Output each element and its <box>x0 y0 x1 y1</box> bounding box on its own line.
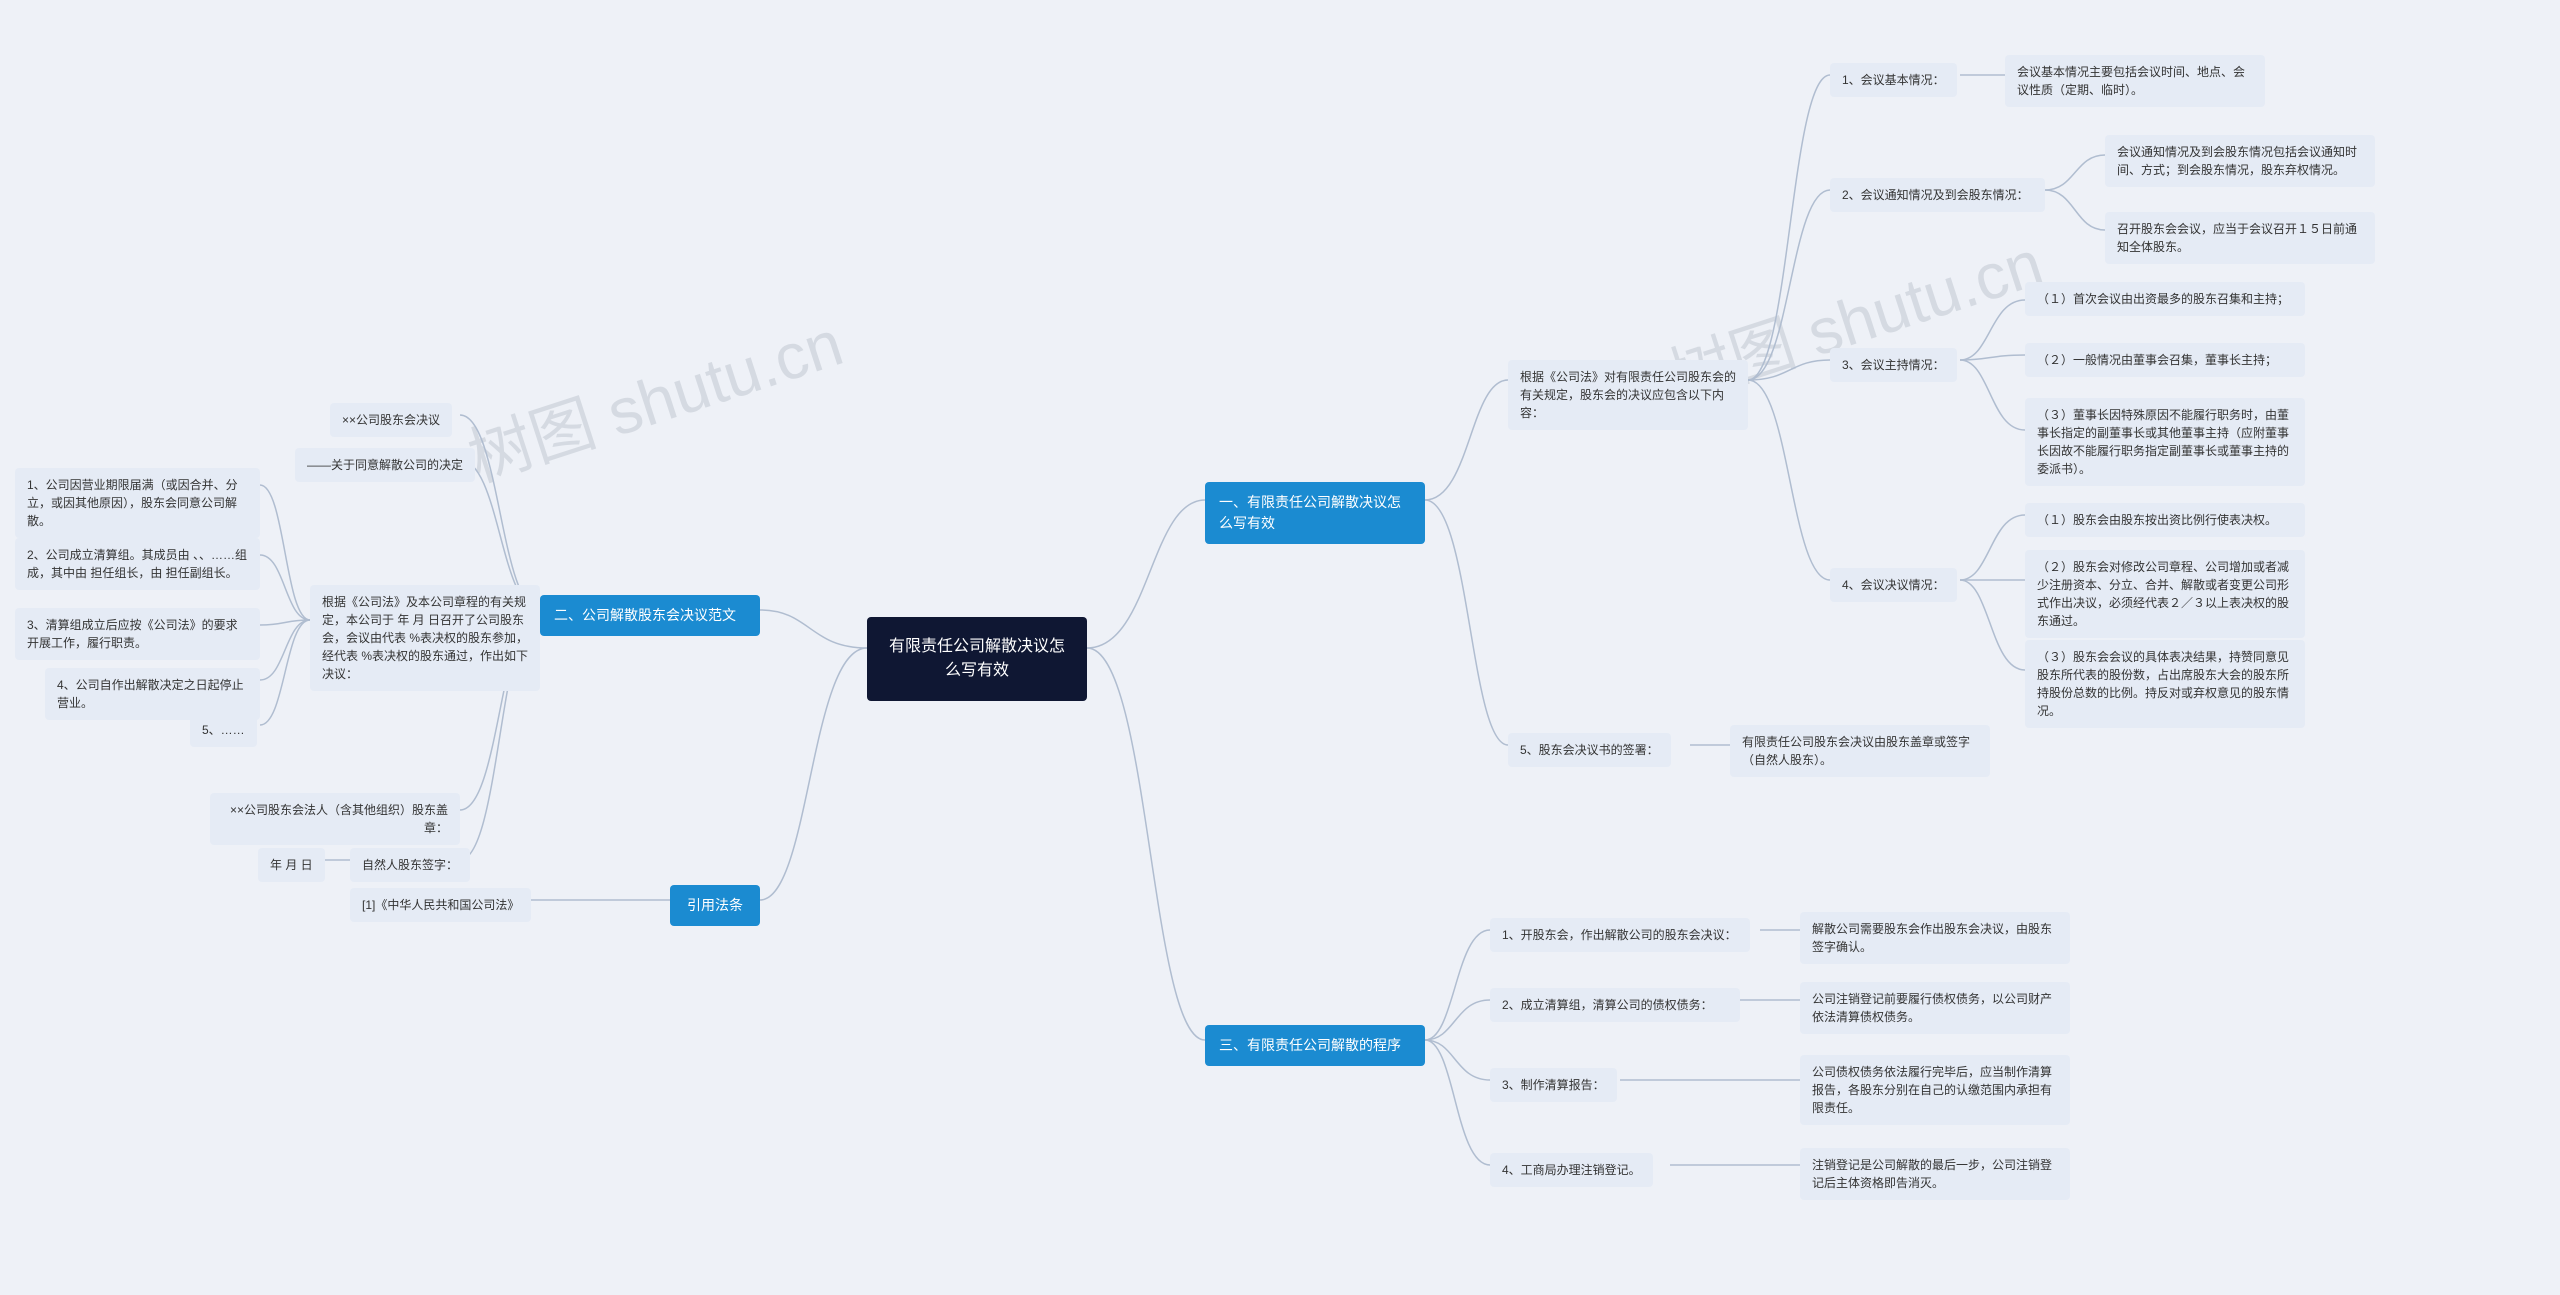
b1-item4-desc3: （３）股东会会议的具体表决结果，持赞同意见股东所代表的股份数，占出席股东大会的股… <box>2025 640 2305 728</box>
b1-item5-label: 5、股东会决议书的签署： <box>1508 733 1671 767</box>
b1-item4-desc2: （２）股东会对修改公司章程、公司增加或者减少注册资本、分立、合并、解散或者变更公… <box>2025 550 2305 638</box>
branch-4[interactable]: 引用法条 <box>670 885 760 926</box>
b1-item3-desc3: （３）董事长因特殊原因不能履行职务时，由董事长指定的副董事长或其他董事主持（应附… <box>2025 398 2305 486</box>
b1-item3-desc1: （１）首次会议由出资最多的股东召集和主持； <box>2025 282 2305 316</box>
b1-item2-desc2: 召开股东会会议，应当于会议召开１５日前通知全体股东。 <box>2105 212 2375 264</box>
b2-d5: 5、…… <box>190 713 257 747</box>
b2-line2: ——关于同意解散公司的决定 <box>295 448 475 482</box>
b2-sign2-label: 自然人股东签字： <box>350 848 470 882</box>
b3-s1-label: 1、开股东会，作出解散公司的股东会决议： <box>1490 918 1750 952</box>
root-node[interactable]: 有限责任公司解散决议怎么写有效 <box>867 617 1087 701</box>
mindmap-canvas: 树图 shutu.cn 树图 shutu.cn <box>0 0 2560 1295</box>
branch-1[interactable]: 一、有限责任公司解散决议怎么写有效 <box>1205 482 1425 544</box>
b2-d2: 2、公司成立清算组。其成员由 、、……组成，其中由 担任组长，由 担任副组长。 <box>15 538 260 590</box>
b4-ref: [1]《中华人民共和国公司法》 <box>350 888 531 922</box>
branch-3[interactable]: 三、有限责任公司解散的程序 <box>1205 1025 1425 1066</box>
b2-d3: 3、清算组成立后应按《公司法》的要求开展工作，履行职责。 <box>15 608 260 660</box>
b1-basis: 根据《公司法》对有限责任公司股东会的有关规定，股东会的决议应包含以下内容： <box>1508 360 1748 430</box>
b3-s4-desc: 注销登记是公司解散的最后一步，公司注销登记后主体资格即告消灭。 <box>1800 1148 2070 1200</box>
b2-sign2-date: 年 月 日 <box>258 848 325 882</box>
b3-s2-label: 2、成立清算组，清算公司的债权债务： <box>1490 988 1740 1022</box>
b1-item5-desc: 有限责任公司股东会决议由股东盖章或签字（自然人股东）。 <box>1730 725 1990 777</box>
b1-item1-desc: 会议基本情况主要包括会议时间、地点、会议性质（定期、临时）。 <box>2005 55 2265 107</box>
b1-item4-desc1: （１）股东会由股东按出资比例行使表决权。 <box>2025 503 2305 537</box>
branch-2[interactable]: 二、公司解散股东会决议范文 <box>540 595 760 636</box>
b1-item3-desc2: （２）一般情况由董事会召集，董事长主持； <box>2025 343 2305 377</box>
b3-s3-desc: 公司债权债务依法履行完毕后，应当制作清算报告，各股东分别在自己的认缴范围内承担有… <box>1800 1055 2070 1125</box>
b3-s3-label: 3、制作清算报告： <box>1490 1068 1617 1102</box>
b2-line1: ××公司股东会决议 <box>330 403 452 437</box>
b2-d1: 1、公司因营业期限届满（或因合并、分立，或因其他原因），股东会同意公司解散。 <box>15 468 260 538</box>
b1-item1-label: 1、会议基本情况： <box>1830 63 1957 97</box>
b1-item2-desc1: 会议通知情况及到会股东情况包括会议通知时间、方式；到会股东情况，股东弃权情况。 <box>2105 135 2375 187</box>
b2-sign1: ××公司股东会法人（含其他组织）股东盖章： <box>210 793 460 845</box>
b3-s1-desc: 解散公司需要股东会作出股东会决议，由股东签字确认。 <box>1800 912 2070 964</box>
b3-s2-desc: 公司注销登记前要履行债权债务，以公司财产依法清算债权债务。 <box>1800 982 2070 1034</box>
b1-item4-label: 4、会议决议情况： <box>1830 568 1957 602</box>
b2-basis: 根据《公司法》及本公司章程的有关规定，本公司于 年 月 日召开了公司股东会，会议… <box>310 585 540 691</box>
b1-item2-label: 2、会议通知情况及到会股东情况： <box>1830 178 2045 212</box>
b1-item3-label: 3、会议主持情况： <box>1830 348 1957 382</box>
b3-s4-label: 4、工商局办理注销登记。 <box>1490 1153 1653 1187</box>
